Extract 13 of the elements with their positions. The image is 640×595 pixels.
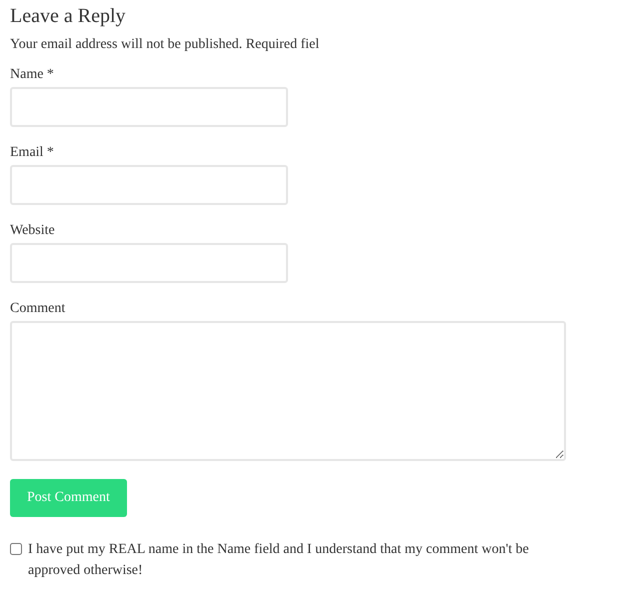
text-field[interactable] [10,243,288,283]
field-label: Email * [10,144,54,162]
consent-text: I have put my REAL name in the Name field and I understand that my comment won't be approved otherwise! [28,541,530,580]
notice-text: Your email address will not be published. Required fiel [10,36,320,54]
consent-checkbox[interactable] [10,543,22,555]
text-field[interactable] [10,165,288,205]
field-label: Website [10,222,55,240]
field-label: Name * [10,66,54,84]
section-heading: Leave a Reply [10,4,126,28]
comment-field[interactable] [10,321,566,461]
field-label: Comment [10,300,66,318]
post-comment-button[interactable]: Post Comment [10,479,127,517]
text-field[interactable] [10,87,288,127]
